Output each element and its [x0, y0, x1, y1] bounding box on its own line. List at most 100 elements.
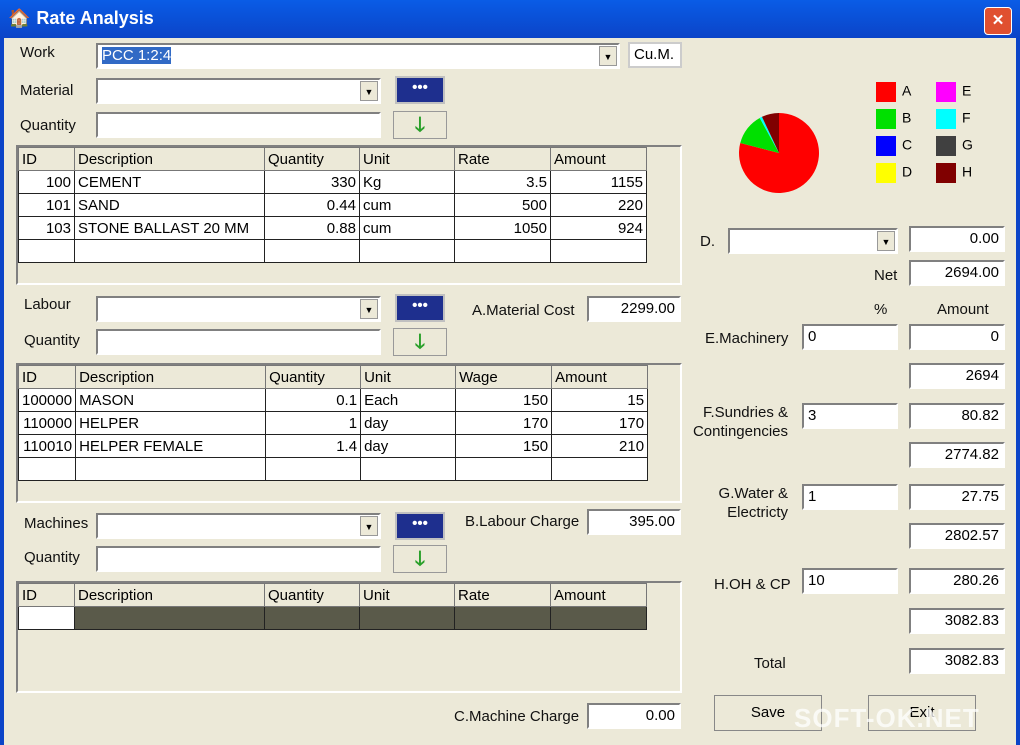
chevron-down-icon[interactable]: ▼ [360, 299, 378, 319]
column-header[interactable]: Unit [360, 365, 457, 389]
table-row[interactable]: 103 STONE BALLAST 20 MM 0.88 cum 1050 924 [18, 216, 647, 240]
column-header[interactable]: Quantity [264, 583, 360, 607]
e-amount: 0 [909, 324, 1005, 350]
rate-analysis-window: 🏠 Rate Analysis ✕ Work PCC 1:2:4 ▼ Cu.M. M… [0, 0, 1020, 745]
material-quantity-label: Quantity [20, 117, 76, 134]
material-quantity-input[interactable] [96, 112, 381, 138]
chevron-down-icon[interactable]: ▼ [599, 46, 617, 66]
table-row[interactable]: 100000 MASON 0.1 Each 150 15 [17, 388, 649, 412]
table-header: ID Description Quantity Unit Rate Amount [18, 583, 647, 607]
machines-quantity-input[interactable] [96, 546, 381, 572]
legend-swatch [876, 136, 896, 156]
legend-swatch [936, 82, 956, 102]
unit-field: Cu.M. [628, 42, 682, 68]
arrow-down-icon: 🡓 [414, 548, 426, 570]
table-cell: 924 [550, 216, 647, 240]
f-percent-input[interactable]: 3 [802, 403, 898, 429]
material-browse-button[interactable]: ••• [395, 76, 445, 104]
column-header[interactable]: ID [18, 583, 75, 607]
machines-table: ID Description Quantity Unit Rate Amount [18, 583, 647, 630]
legend-item: B [876, 109, 936, 129]
labour-browse-button[interactable]: ••• [395, 294, 445, 322]
e-percent-input[interactable]: 0 [802, 324, 898, 350]
column-header[interactable]: Wage [455, 365, 553, 389]
material-add-button[interactable]: 🡓 [393, 111, 447, 139]
work-label: Work [20, 44, 55, 61]
machines-select[interactable]: ▼ [96, 513, 381, 539]
g-percent-input[interactable]: 1 [802, 484, 898, 510]
table-cell [17, 457, 77, 481]
f-label-line2: Contingencies [692, 423, 788, 440]
table-cell: 110010 [17, 434, 77, 458]
table-cell: 330 [264, 170, 360, 194]
arrow-down-icon: 🡓 [414, 114, 426, 136]
cost-pie-chart [739, 113, 819, 193]
legend-label: E [962, 82, 972, 99]
legend-label: B [902, 109, 912, 126]
table-cell: cum [359, 193, 455, 217]
table-row[interactable]: 110000 HELPER 1 day 170 170 [17, 411, 649, 435]
table-cell [265, 457, 362, 481]
column-header[interactable]: Amount [550, 583, 647, 607]
table-cell [264, 606, 360, 630]
table-cell: 220 [550, 193, 647, 217]
column-header[interactable]: Rate [454, 147, 551, 171]
labour-select[interactable]: ▼ [96, 296, 381, 322]
close-button[interactable]: ✕ [984, 7, 1012, 35]
table-header: ID Description Quantity Unit Rate Amount [18, 147, 647, 171]
table-cell: day [360, 434, 457, 458]
column-header[interactable]: Amount [550, 147, 647, 171]
table-cell [74, 606, 265, 630]
legend-label: G [962, 136, 973, 153]
table-row[interactable]: 110010 HELPER FEMALE 1.4 day 150 210 [17, 434, 649, 458]
table-cell: 210 [551, 434, 649, 458]
column-header[interactable]: Quantity [265, 365, 362, 389]
g-subtotal: 2802.57 [909, 523, 1005, 549]
column-header[interactable]: Amount [551, 365, 649, 389]
table-cell [18, 606, 75, 630]
column-header[interactable]: Rate [454, 583, 551, 607]
table-cell: 3.5 [454, 170, 551, 194]
chevron-down-icon[interactable]: ▼ [360, 516, 378, 536]
column-header[interactable]: Unit [359, 583, 455, 607]
chevron-down-icon[interactable]: ▼ [877, 231, 895, 251]
table-row-empty[interactable] [18, 606, 647, 630]
legend-label: C [902, 136, 913, 153]
h-oh-label: H.OH & CP [714, 576, 791, 593]
material-select[interactable]: ▼ [96, 78, 381, 104]
labour-add-button[interactable]: 🡓 [393, 328, 447, 356]
chevron-down-icon[interactable]: ▼ [360, 81, 378, 101]
legend-label: H [962, 163, 973, 180]
d-select[interactable]: ▼ [728, 228, 898, 254]
window-title: Rate Analysis [36, 8, 154, 28]
column-header[interactable]: Description [74, 147, 265, 171]
table-row[interactable]: 101 SAND 0.44 cum 500 220 [18, 193, 647, 217]
legend-item: G [936, 136, 996, 156]
work-select[interactable]: PCC 1:2:4 ▼ [96, 43, 620, 69]
machines-browse-button[interactable]: ••• [395, 512, 445, 540]
column-header[interactable]: Description [75, 365, 267, 389]
labour-label: Labour [24, 296, 71, 313]
column-header[interactable]: ID [18, 147, 75, 171]
g-amount: 27.75 [909, 484, 1005, 510]
machines-add-button[interactable]: 🡓 [393, 545, 447, 573]
f-amount: 80.82 [909, 403, 1005, 429]
column-header[interactable]: ID [17, 365, 77, 389]
labour-quantity-input[interactable] [96, 329, 381, 355]
machine-charge-field: 0.00 [587, 703, 681, 729]
table-cell: day [360, 411, 457, 435]
table-cell: 150 [455, 388, 553, 412]
table-row[interactable]: 100 CEMENT 330 Kg 3.5 1155 [18, 170, 647, 194]
table-cell: 1050 [454, 216, 551, 240]
table-cell [454, 239, 551, 263]
table-row-empty[interactable] [17, 457, 649, 481]
table-cell [75, 457, 267, 481]
table-cell: 15 [551, 388, 649, 412]
h-percent-input[interactable]: 10 [802, 568, 898, 594]
column-header[interactable]: Description [74, 583, 265, 607]
table-cell: STONE BALLAST 20 MM [74, 216, 265, 240]
column-header[interactable]: Unit [359, 147, 455, 171]
column-header[interactable]: Quantity [264, 147, 360, 171]
table-row-empty[interactable] [18, 239, 647, 263]
machines-label: Machines [24, 515, 89, 532]
